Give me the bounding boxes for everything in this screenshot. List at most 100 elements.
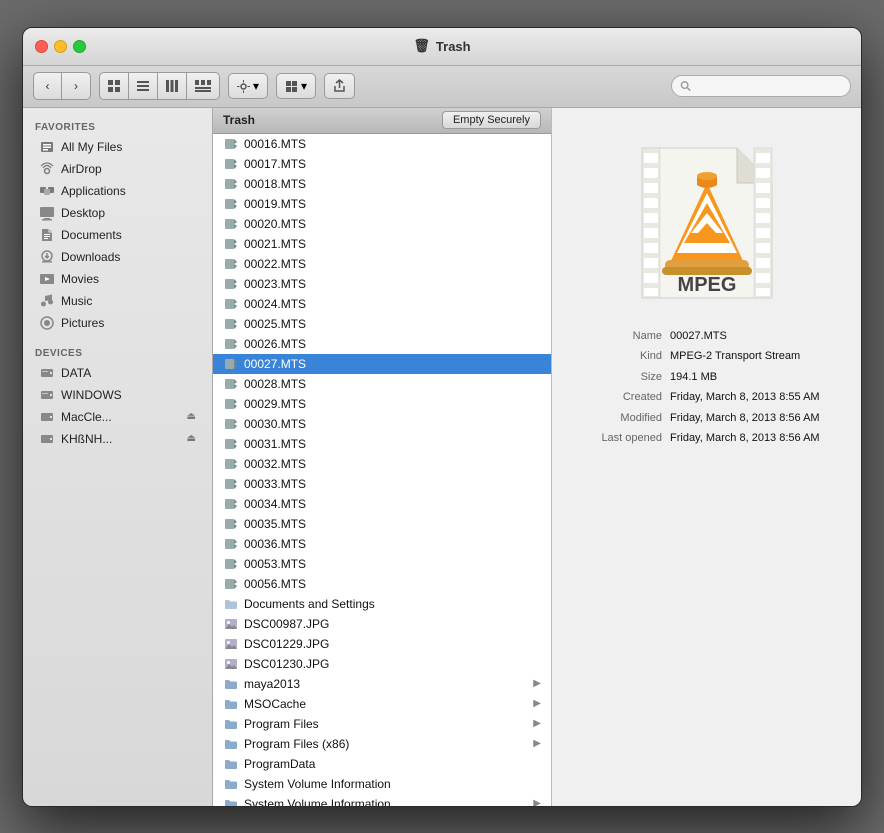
list-item[interactable]: 00019.MTS: [213, 194, 551, 214]
folder-arrow: ▶: [533, 698, 541, 709]
sidebar-item-applications[interactable]: Applications: [27, 180, 208, 202]
preview-icon-area: MPEG: [612, 108, 802, 318]
list-item[interactable]: 00053.MTS: [213, 554, 551, 574]
list-item[interactable]: maya2013 ▶: [213, 674, 551, 694]
sidebar: FAVORITES All My Files AirDrop Applicati…: [23, 108, 213, 806]
file-icon: [223, 136, 239, 152]
list-view-button[interactable]: [129, 73, 158, 99]
maximize-button[interactable]: [73, 40, 86, 53]
list-item[interactable]: 00028.MTS: [213, 374, 551, 394]
list-item[interactable]: 00033.MTS: [213, 474, 551, 494]
file-icon: [223, 676, 239, 692]
file-name: 00036.MTS: [244, 537, 306, 551]
cover-flow-button[interactable]: [187, 73, 219, 99]
list-item[interactable]: 00016.MTS: [213, 134, 551, 154]
forward-button[interactable]: ›: [62, 73, 90, 99]
sidebar-item-downloads[interactable]: Downloads: [27, 246, 208, 268]
modified-label: Modified: [572, 410, 662, 427]
svg-text:MPEG: MPEG: [677, 274, 736, 296]
list-item[interactable]: 00018.MTS: [213, 174, 551, 194]
applications-label: Applications: [61, 184, 126, 198]
list-item[interactable]: 00031.MTS: [213, 434, 551, 454]
maccie-label: MacCle...: [61, 410, 112, 424]
list-item[interactable]: 00030.MTS: [213, 414, 551, 434]
list-item[interactable]: 00024.MTS: [213, 294, 551, 314]
list-item[interactable]: Documents and Settings: [213, 594, 551, 614]
sidebar-item-khbnh[interactable]: KHßNH... ⏏: [27, 428, 208, 450]
sidebar-item-pictures[interactable]: Pictures: [27, 312, 208, 334]
file-name: MSOCache: [244, 697, 306, 711]
windows-drive-icon: [39, 387, 55, 403]
file-icon: [223, 756, 239, 772]
action-button[interactable]: ▾: [228, 73, 268, 99]
list-item[interactable]: 00036.MTS: [213, 534, 551, 554]
modified-value: Friday, March 8, 2013 8:56 AM: [670, 410, 820, 427]
list-item[interactable]: 00026.MTS: [213, 334, 551, 354]
file-name: Program Files (x86): [244, 737, 349, 751]
arrange-button[interactable]: ▾: [276, 73, 316, 99]
folder-arrow: ▶: [533, 798, 541, 806]
sidebar-item-desktop[interactable]: Desktop: [27, 202, 208, 224]
sidebar-item-data[interactable]: DATA: [27, 362, 208, 384]
list-item[interactable]: Program Files (x86) ▶: [213, 734, 551, 754]
maccie-eject-icon[interactable]: ⏏: [187, 411, 196, 422]
list-item[interactable]: 00035.MTS: [213, 514, 551, 534]
sidebar-item-maccie[interactable]: MacCle... ⏏: [27, 406, 208, 428]
list-item[interactable]: MSOCache ▶: [213, 694, 551, 714]
search-input[interactable]: [691, 79, 842, 93]
size-label: Size: [572, 369, 662, 386]
list-item[interactable]: 00023.MTS: [213, 274, 551, 294]
sidebar-item-all-my-files[interactable]: All My Files: [27, 136, 208, 158]
list-item[interactable]: System Volume Information ▶: [213, 794, 551, 806]
list-item[interactable]: DSC01229.JPG: [213, 634, 551, 654]
file-icon: [223, 216, 239, 232]
cover-flow-icon: [194, 79, 212, 93]
file-name: 00028.MTS: [244, 377, 306, 391]
list-item[interactable]: Program Files ▶: [213, 714, 551, 734]
list-item[interactable]: 00056.MTS: [213, 574, 551, 594]
file-icon: [223, 576, 239, 592]
file-icon: [223, 236, 239, 252]
sidebar-item-music[interactable]: Music: [27, 290, 208, 312]
icon-view-button[interactable]: [100, 73, 129, 99]
file-name: ProgramData: [244, 757, 315, 771]
sidebar-item-airdrop[interactable]: AirDrop: [27, 158, 208, 180]
sidebar-item-movies[interactable]: Movies: [27, 268, 208, 290]
list-item[interactable]: DSC00987.JPG: [213, 614, 551, 634]
list-item[interactable]: 00022.MTS: [213, 254, 551, 274]
data-label: DATA: [61, 366, 91, 380]
file-name: 00030.MTS: [244, 417, 306, 431]
list-item[interactable]: 00034.MTS: [213, 494, 551, 514]
list-item[interactable]: 00025.MTS: [213, 314, 551, 334]
khbnh-label: KHßNH...: [61, 432, 112, 446]
list-item[interactable]: ProgramData: [213, 754, 551, 774]
back-button[interactable]: ‹: [34, 73, 62, 99]
file-name: 00023.MTS: [244, 277, 306, 291]
list-item[interactable]: 00021.MTS: [213, 234, 551, 254]
list-item[interactable]: 00032.MTS: [213, 454, 551, 474]
file-name: 00056.MTS: [244, 577, 306, 591]
gear-icon: [237, 80, 250, 93]
folder-arrow: ▶: [533, 718, 541, 729]
share-button[interactable]: [324, 73, 355, 99]
close-button[interactable]: [35, 40, 48, 53]
khbnh-eject-icon[interactable]: ⏏: [187, 433, 196, 444]
list-item[interactable]: System Volume Information: [213, 774, 551, 794]
file-icon: [223, 296, 239, 312]
downloads-label: Downloads: [61, 250, 120, 264]
last-opened-value: Friday, March 8, 2013 8:56 AM: [670, 430, 820, 447]
list-item[interactable]: 00017.MTS: [213, 154, 551, 174]
search-bar[interactable]: [671, 75, 851, 97]
list-item[interactable]: DSC01230.JPG: [213, 654, 551, 674]
sidebar-item-windows[interactable]: WINDOWS: [27, 384, 208, 406]
list-item[interactable]: 00020.MTS: [213, 214, 551, 234]
list-item[interactable]: 00027.MTS: [213, 354, 551, 374]
empty-securely-button[interactable]: Empty Securely: [442, 111, 541, 129]
sidebar-item-documents[interactable]: Documents: [27, 224, 208, 246]
name-value: 00027.MTS: [670, 328, 727, 345]
minimize-button[interactable]: [54, 40, 67, 53]
list-item[interactable]: 00029.MTS: [213, 394, 551, 414]
column-view-button[interactable]: [158, 73, 187, 99]
file-list[interactable]: 00016.MTS 00017.MTS 00018.MTS 00019.MTS …: [213, 134, 551, 806]
file-name: System Volume Information: [244, 797, 391, 806]
